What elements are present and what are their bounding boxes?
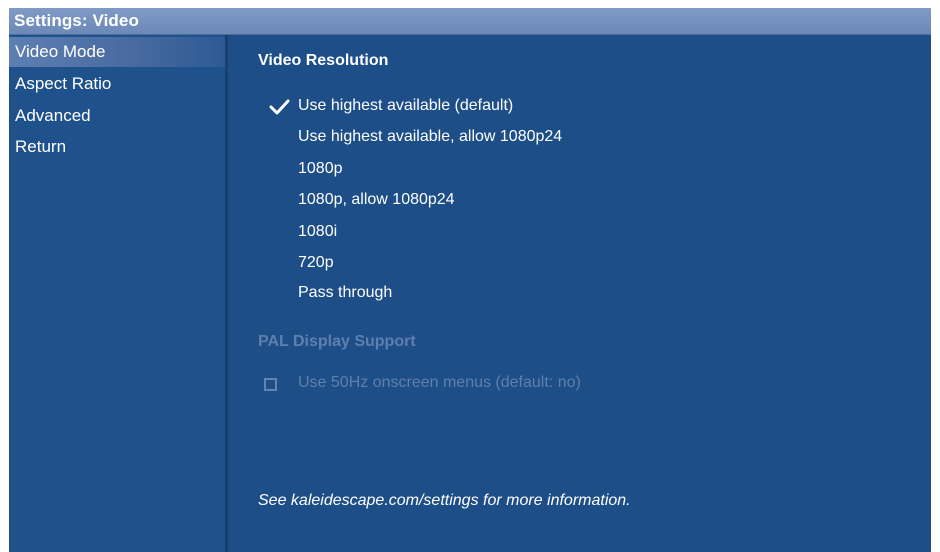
resolution-option-pass-through[interactable]: Pass through bbox=[298, 281, 392, 305]
pal-50hz-checkbox-label: Use 50Hz onscreen menus (default: no) bbox=[298, 374, 581, 391]
pal-display-heading: PAL Display Support bbox=[258, 333, 416, 350]
sidebar-item-advanced[interactable]: Advanced bbox=[9, 101, 225, 131]
window-title: Settings: Video bbox=[14, 11, 139, 30]
resolution-option-720p[interactable]: 720p bbox=[298, 251, 334, 275]
resolution-option-1080p[interactable]: 1080p bbox=[298, 157, 343, 181]
settings-screen: Settings: Video Video Mode Aspect Ratio … bbox=[9, 8, 931, 552]
resolution-option-highest-1080p24[interactable]: Use highest available, allow 1080p24 bbox=[298, 125, 562, 149]
sidebar-item-aspect-ratio[interactable]: Aspect Ratio bbox=[9, 69, 225, 99]
sidebar-item-video-mode[interactable]: Video Mode bbox=[9, 37, 225, 67]
checkbox-icon[interactable] bbox=[264, 378, 277, 391]
resolution-option-1080p-1080p24[interactable]: 1080p, allow 1080p24 bbox=[298, 188, 455, 212]
sidebar-item-return[interactable]: Return bbox=[9, 132, 225, 162]
main-panel: Video Resolution Use highest available (… bbox=[228, 35, 931, 552]
resolution-option-highest[interactable]: Use highest available (default) bbox=[298, 94, 513, 118]
title-bar: Settings: Video bbox=[9, 8, 931, 35]
checkmark-icon bbox=[269, 99, 290, 115]
footer-info-note: See kaleidescape.com/settings for more i… bbox=[258, 492, 631, 509]
video-resolution-heading: Video Resolution bbox=[258, 52, 389, 69]
resolution-option-1080i[interactable]: 1080i bbox=[298, 220, 337, 244]
sidebar: Video Mode Aspect Ratio Advanced Return bbox=[9, 35, 225, 552]
